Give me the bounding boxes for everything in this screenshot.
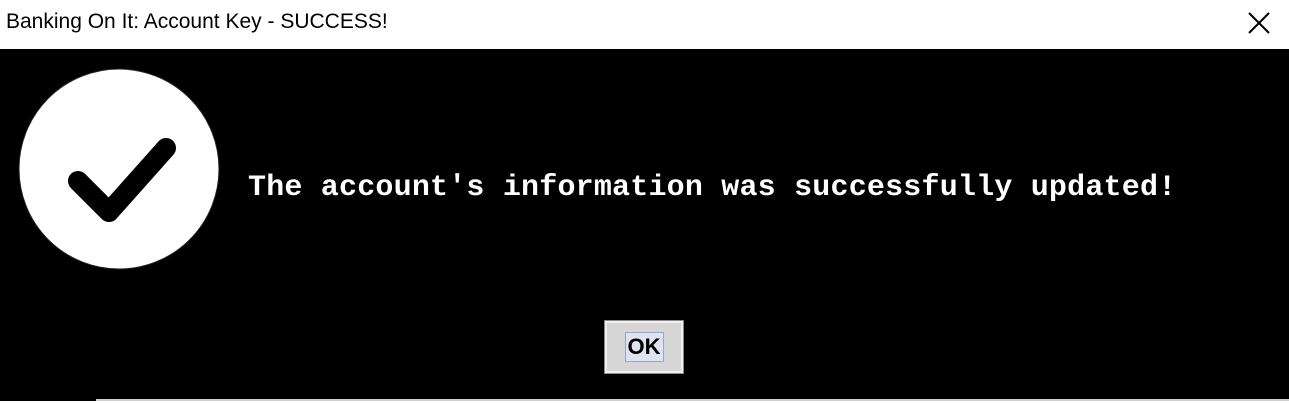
dialog-content: The account's information was successful… <box>0 49 1289 399</box>
window-bottom-edge <box>0 399 1289 403</box>
window-title: Banking On It: Account Key - SUCCESS! <box>6 10 388 33</box>
bottom-edge-dark <box>0 399 96 401</box>
dialog-window: Banking On It: Account Key - SUCCESS! Th… <box>0 0 1289 403</box>
success-check-icon <box>18 68 220 270</box>
ok-button[interactable]: OK <box>604 320 684 374</box>
ok-button-label: OK <box>624 332 664 362</box>
bottom-edge-light <box>96 399 1289 401</box>
close-icon <box>1248 12 1270 34</box>
success-message: The account's information was successful… <box>248 171 1177 205</box>
close-button[interactable] <box>1229 0 1289 46</box>
title-bar: Banking On It: Account Key - SUCCESS! <box>0 0 1289 48</box>
